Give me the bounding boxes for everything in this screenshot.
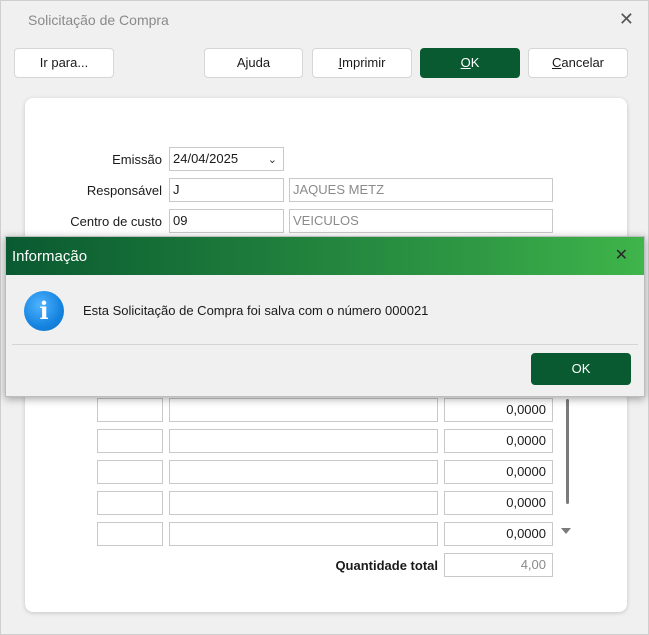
item-quantity-input[interactable]: 0,0000 xyxy=(444,460,553,484)
help-button-label: Ajuda xyxy=(236,55,271,70)
total-quantity-label: Quantidade total xyxy=(335,558,438,573)
responsavel-code-value: J xyxy=(173,182,180,197)
item-code-input[interactable] xyxy=(97,429,163,453)
title-bar: Solicitação de Compra ✕ xyxy=(1,1,648,39)
scroll-down-arrow-icon[interactable] xyxy=(561,528,571,534)
item-quantity-value: 0,0000 xyxy=(506,526,546,541)
help-button[interactable]: Ajuda xyxy=(204,48,303,78)
item-code-input[interactable] xyxy=(97,491,163,515)
emissao-date-picker[interactable]: 24/04/2025 ⌄ xyxy=(169,147,284,171)
item-description-input[interactable] xyxy=(169,491,438,515)
print-button-label: mprimir xyxy=(342,55,386,70)
dialog-ok-button-label: OK xyxy=(571,361,591,376)
item-quantity-value: 0,0000 xyxy=(506,495,546,510)
goto-button-label: Ir para... xyxy=(39,55,89,70)
chevron-down-icon[interactable]: ⌄ xyxy=(268,149,277,170)
total-quantity-value: 4,00 xyxy=(520,557,546,572)
item-quantity-input[interactable]: 0,0000 xyxy=(444,522,553,546)
item-description-input[interactable] xyxy=(169,429,438,453)
responsavel-name-field: JAQUES METZ xyxy=(289,178,553,202)
print-button[interactable]: Imprimir xyxy=(312,48,412,78)
item-code-input[interactable] xyxy=(97,460,163,484)
centro-custo-label: Centro de custo xyxy=(70,214,162,229)
emissao-value: 24/04/2025 xyxy=(173,151,239,166)
cancel-button[interactable]: Cancelar xyxy=(528,48,628,78)
ok-button-mnemonic: O xyxy=(460,55,471,70)
item-description-input[interactable] xyxy=(169,460,438,484)
info-dialog: Informação ✕ i Esta Solicitação de Compr… xyxy=(5,236,645,397)
item-quantity-value: 0,0000 xyxy=(506,433,546,448)
ok-button[interactable]: OK xyxy=(420,48,520,78)
centro-custo-name-value: VEICULOS xyxy=(293,213,359,228)
ok-button-label: K xyxy=(470,55,480,70)
purchase-request-window: Solicitação de Compra ✕ Ir para... Ajuda… xyxy=(0,0,649,635)
total-quantity-field: 4,00 xyxy=(444,553,553,577)
close-icon[interactable]: ✕ xyxy=(619,9,634,30)
goto-button[interactable]: Ir para... xyxy=(14,48,114,78)
centro-custo-code-value: 09 xyxy=(173,213,188,228)
info-dialog-title: Informação xyxy=(12,248,88,265)
emissao-label: Emissão xyxy=(112,152,162,167)
centro-custo-code-input[interactable]: 09 xyxy=(169,209,284,233)
item-description-input[interactable] xyxy=(169,522,438,546)
window-title: Solicitação de Compra xyxy=(28,12,169,28)
responsavel-label: Responsável xyxy=(86,183,162,198)
responsavel-code-input[interactable]: J xyxy=(169,178,284,202)
item-quantity-value: 0,0000 xyxy=(506,464,546,479)
cancel-button-mnemonic: C xyxy=(551,55,562,70)
info-dialog-message: Esta Solicitação de Compra foi salva com… xyxy=(83,303,429,318)
item-quantity-input[interactable]: 0,0000 xyxy=(444,429,553,453)
info-dialog-header: Informação ✕ xyxy=(6,237,644,275)
centro-custo-name-field: VEICULOS xyxy=(289,209,553,233)
item-code-input[interactable] xyxy=(97,522,163,546)
item-quantity-input[interactable]: 0,0000 xyxy=(444,491,553,515)
cancel-button-label: ancelar xyxy=(561,55,605,70)
item-quantity-value: 0,0000 xyxy=(506,402,546,417)
responsavel-name-value: JAQUES METZ xyxy=(293,182,385,197)
item-description-input[interactable] xyxy=(169,398,438,422)
divider xyxy=(12,344,638,345)
dialog-ok-button[interactable]: OK xyxy=(531,353,631,385)
items-scrollbar[interactable] xyxy=(566,399,569,504)
close-icon[interactable]: ✕ xyxy=(615,245,628,265)
info-icon: i xyxy=(24,291,64,331)
item-code-input[interactable] xyxy=(97,398,163,422)
item-quantity-input[interactable]: 0,0000 xyxy=(444,398,553,422)
